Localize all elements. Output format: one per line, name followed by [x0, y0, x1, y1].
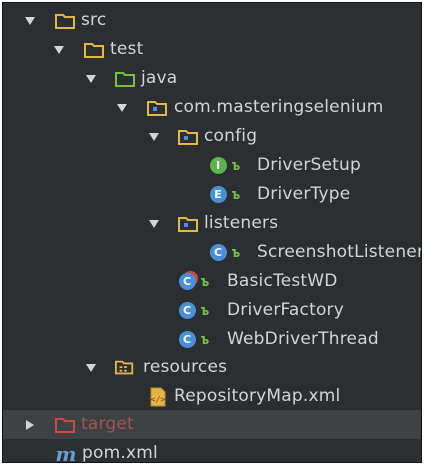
tree-row-config[interactable]: config	[3, 122, 421, 151]
tree-row-target[interactable]: target	[3, 410, 421, 439]
xml-file-icon: </>	[148, 387, 168, 406]
tree-row-driver-factory[interactable]: C ъ DriverFactory	[3, 296, 421, 325]
tree-label-src: src	[81, 10, 107, 30]
interface-icon: I	[208, 157, 228, 175]
tree-label-web-driver-thread: WebDriverThread	[227, 329, 379, 349]
expanded-arrow-icon[interactable]	[148, 131, 160, 143]
test-class-icon: C	[177, 273, 197, 291]
access-lock-icon: ъ	[200, 302, 210, 319]
class-badge: C	[178, 273, 196, 290]
folder-icon	[84, 41, 104, 59]
enum-icon: E	[208, 186, 228, 204]
tree-label-driver-type: DriverType	[257, 184, 351, 204]
tree-label-config: config	[204, 126, 258, 146]
maven-icon: m	[55, 441, 77, 463]
access-lock-icon: ъ	[200, 331, 210, 348]
tree-label-pom: pom.xml	[82, 443, 158, 463]
tree-row-src[interactable]: src	[3, 6, 421, 35]
class-icon: C	[177, 302, 197, 320]
tree-row-test[interactable]: test	[3, 35, 421, 64]
expanded-arrow-icon[interactable]	[24, 15, 36, 27]
tree-label-driver-setup: DriverSetup	[257, 155, 361, 175]
access-lock-icon: ъ	[231, 157, 241, 174]
tree-label-package: com.masteringselenium	[174, 97, 384, 117]
enum-badge: E	[209, 186, 227, 203]
tree-row-listeners[interactable]: listeners	[3, 209, 421, 238]
project-tree-panel: src test java com.masteringselenium conf…	[2, 2, 422, 463]
access-lock-icon: ъ	[231, 186, 241, 203]
package-icon	[147, 99, 167, 117]
svg-text:</>: </>	[151, 395, 166, 404]
tree-label-resources: resources	[143, 357, 228, 377]
tree-row-screenshot-listener[interactable]: C ъ ScreenshotListener	[3, 238, 421, 267]
collapsed-arrow-icon[interactable]	[24, 419, 36, 431]
expanded-arrow-icon[interactable]	[53, 44, 65, 56]
folder-icon	[55, 12, 75, 30]
excluded-folder-icon	[55, 416, 75, 434]
test-source-folder-icon	[115, 70, 135, 88]
tree-label-java: java	[141, 68, 178, 88]
package-icon	[178, 128, 198, 146]
tree-label-basic-test-wd: BasicTestWD	[227, 271, 338, 291]
class-badge: C	[178, 331, 196, 348]
expanded-arrow-icon[interactable]	[148, 218, 160, 230]
tree-row-java[interactable]: java	[3, 64, 421, 93]
class-badge: C	[209, 244, 227, 261]
tree-label-driver-factory: DriverFactory	[227, 300, 345, 320]
tree-row-package[interactable]: com.masteringselenium	[3, 93, 421, 122]
resources-folder-icon	[115, 359, 135, 377]
tree-row-driver-setup[interactable]: I ъ DriverSetup	[3, 151, 421, 180]
tree-row-driver-type[interactable]: E ъ DriverType	[3, 180, 421, 209]
tree-row-basic-test-wd[interactable]: C ъ BasicTestWD	[3, 267, 421, 296]
tree-label-target: target	[81, 414, 134, 434]
expanded-arrow-icon[interactable]	[85, 73, 97, 85]
tree-row-web-driver-thread[interactable]: C ъ WebDriverThread	[3, 325, 421, 354]
tree-row-pom[interactable]: m pom.xml	[3, 439, 421, 463]
access-lock-icon: ъ	[231, 244, 241, 261]
tree-label-test: test	[110, 39, 144, 59]
class-icon: C	[208, 244, 228, 262]
interface-badge: I	[209, 157, 227, 174]
tree-label-screenshot-listener: ScreenshotListener	[257, 242, 422, 262]
expanded-arrow-icon[interactable]	[85, 362, 97, 374]
class-icon: C	[177, 331, 197, 349]
tree-row-resources[interactable]: resources	[3, 353, 421, 382]
tree-row-repository-map[interactable]: </> RepositoryMap.xml	[3, 382, 421, 411]
package-icon	[178, 215, 198, 233]
class-badge: C	[178, 302, 196, 319]
expanded-arrow-icon[interactable]	[116, 102, 128, 114]
access-lock-icon: ъ	[200, 273, 210, 290]
tree-label-listeners: listeners	[204, 213, 279, 233]
tree-label-repository-map: RepositoryMap.xml	[174, 386, 341, 406]
